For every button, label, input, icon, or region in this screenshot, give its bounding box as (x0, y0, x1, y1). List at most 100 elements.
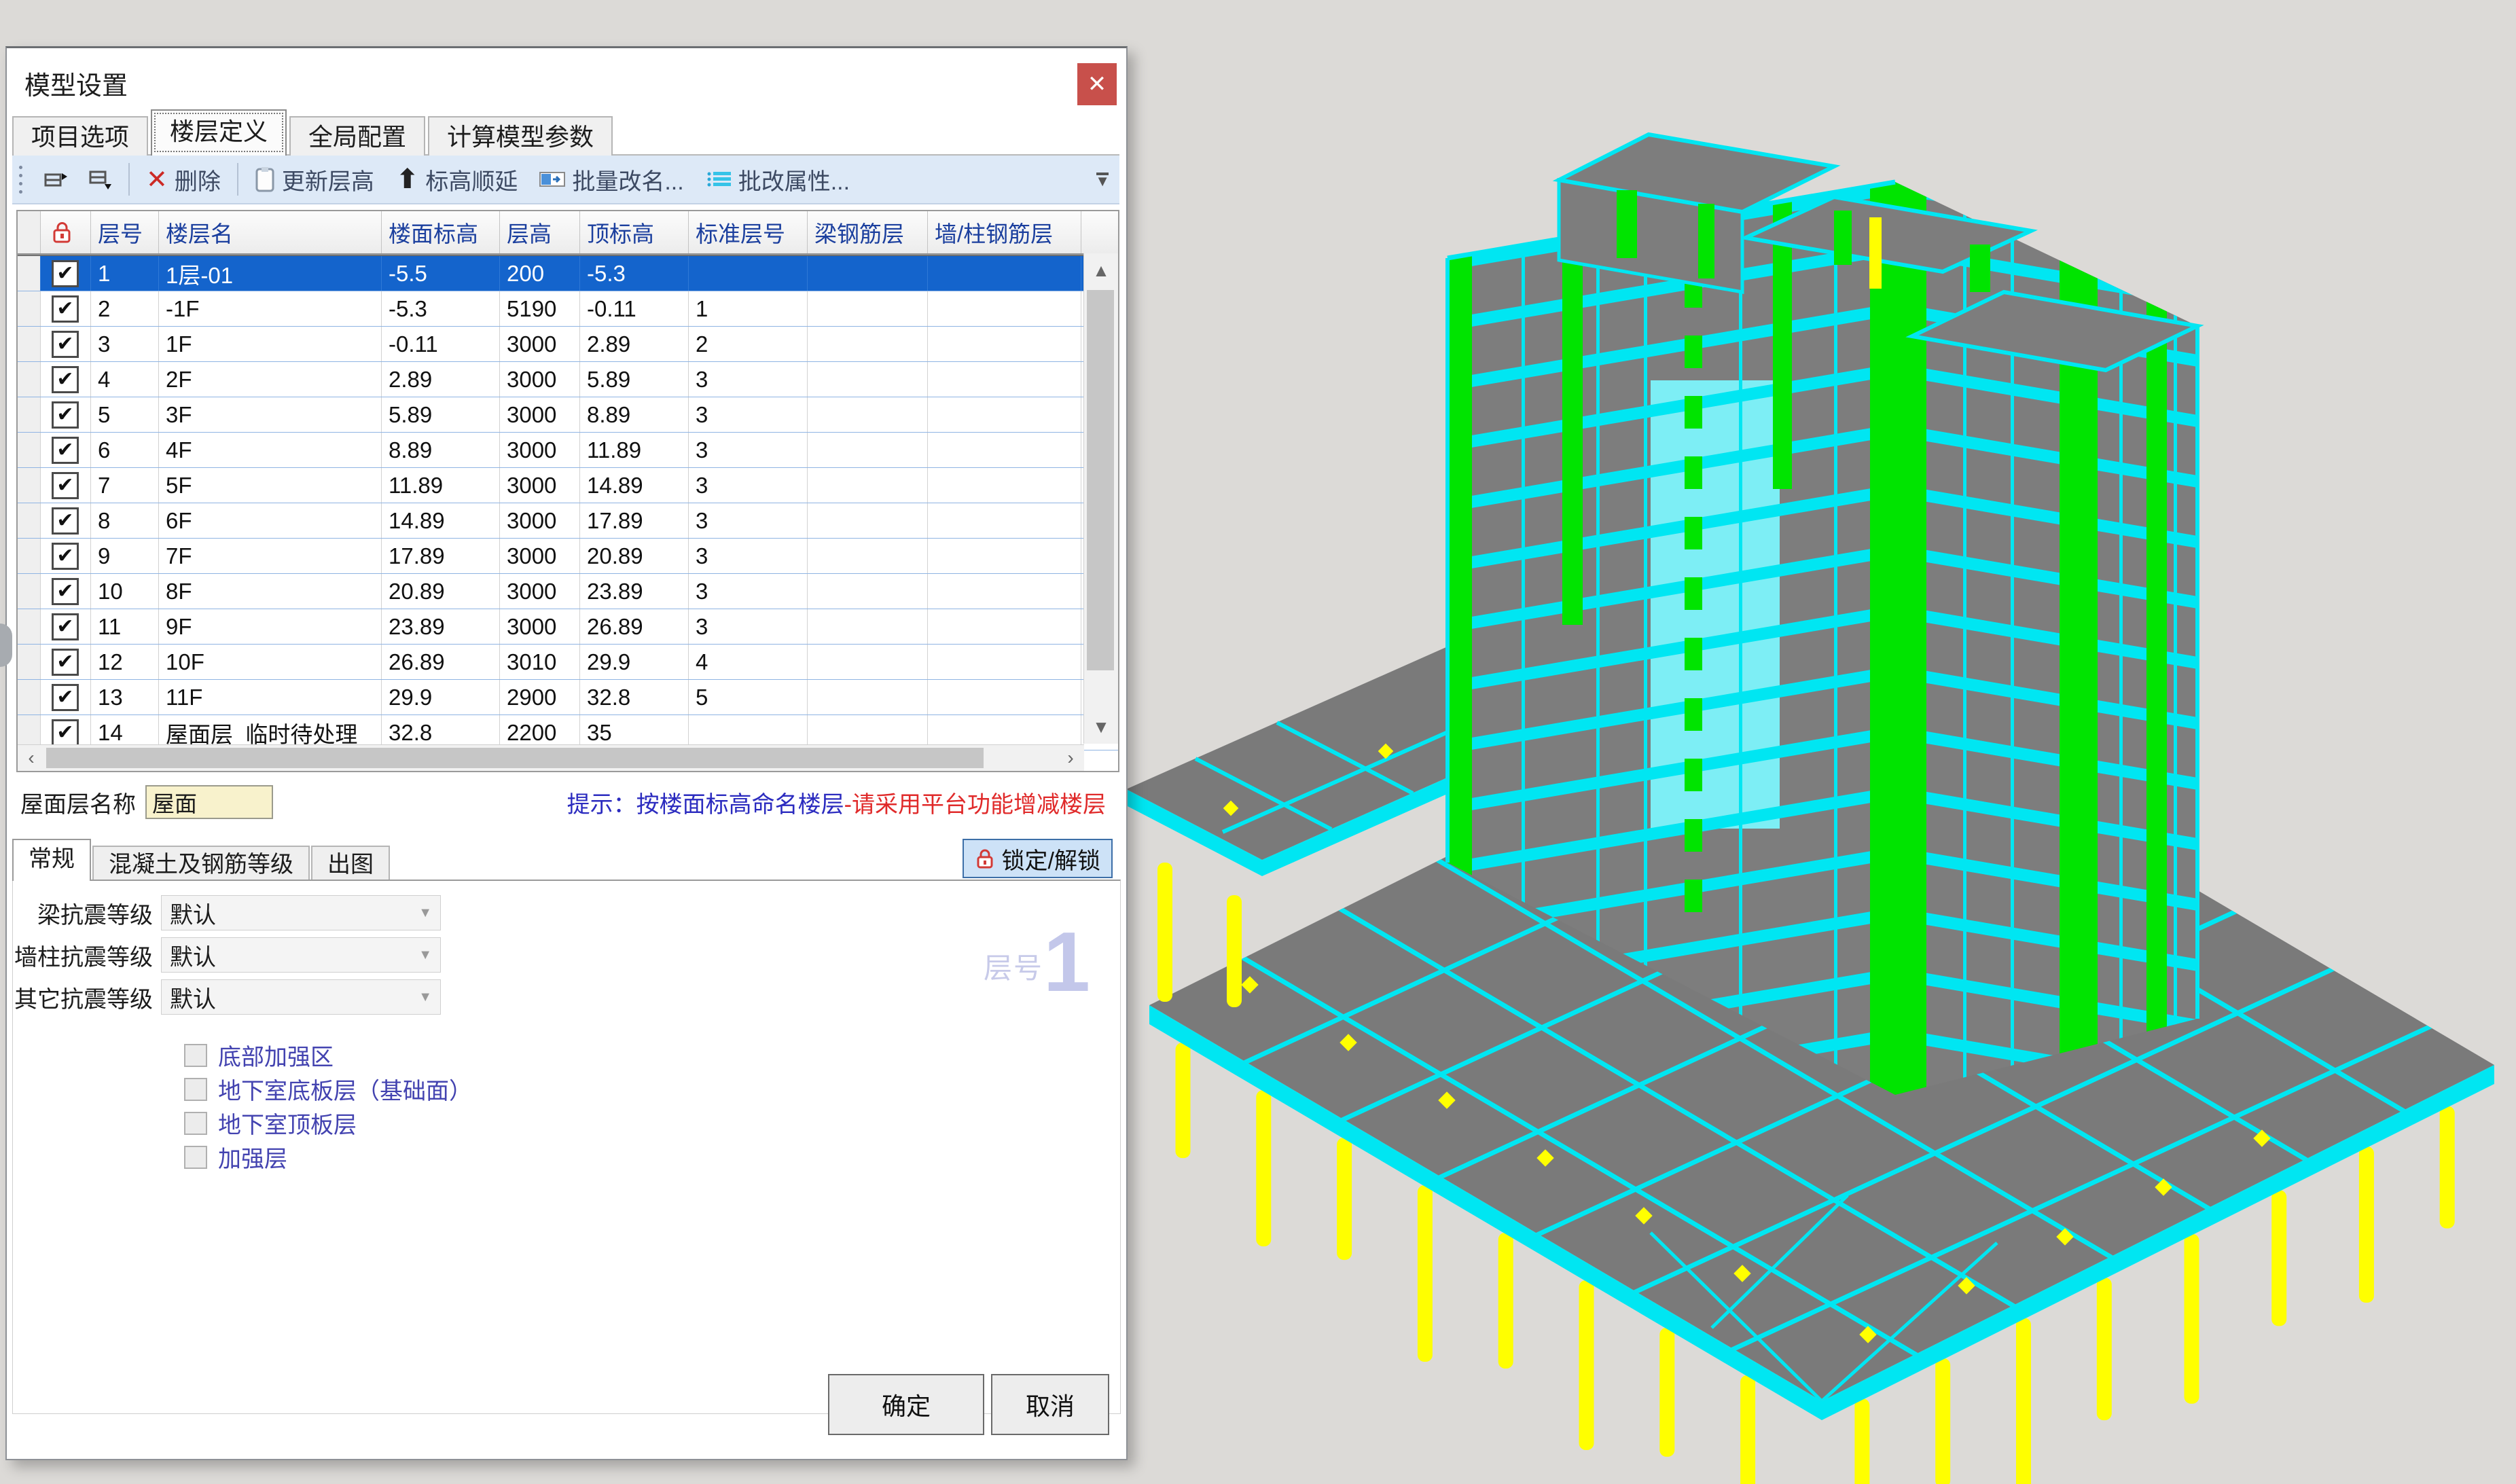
cell-墙/柱钢筋层[interactable] (928, 539, 1081, 573)
tab-全局配置[interactable]: 全局配置 (289, 116, 425, 157)
toolbar-overflow-button[interactable]: ▼ (1095, 173, 1110, 186)
column-header-梁钢筋层[interactable]: 梁钢筋层 (808, 211, 928, 253)
cell-楼层名[interactable]: 1F (159, 327, 382, 361)
cell-楼层名[interactable]: 5F (159, 468, 382, 503)
cell-梁钢筋层[interactable] (808, 609, 928, 644)
cell-层高[interactable]: 3000 (500, 433, 580, 467)
cell-楼层名[interactable]: 10F (159, 645, 382, 679)
row-checkbox[interactable]: ✔ (52, 437, 79, 464)
cell-墙/柱钢筋层[interactable] (928, 256, 1081, 291)
horizontal-scroll-thumb[interactable] (46, 748, 984, 768)
column-header-楼面标高[interactable]: 楼面标高 (382, 211, 500, 253)
row-check-cell[interactable]: ✔ (41, 291, 91, 326)
dropdown-墙柱抗震等级[interactable]: 默认▼ (161, 937, 441, 973)
cell-楼面标高[interactable]: -5.3 (382, 291, 500, 326)
cell-楼面标高[interactable]: 11.89 (382, 468, 500, 503)
table-row[interactable]: ✔53F5.8930008.893 (18, 397, 1118, 433)
cell-楼面标高[interactable]: 29.9 (382, 680, 500, 714)
table-row[interactable]: ✔2-1F-5.35190-0.111 (18, 291, 1118, 327)
ok-button[interactable]: 确定 (828, 1374, 984, 1435)
cell-层号[interactable]: 1 (91, 256, 159, 291)
row-checkbox[interactable]: ✔ (52, 295, 79, 323)
cell-层高[interactable]: 2900 (500, 680, 580, 714)
cell-梁钢筋层[interactable] (808, 291, 928, 326)
insert-floor-below-button[interactable] (78, 159, 123, 200)
cell-层号[interactable]: 6 (91, 433, 159, 467)
checkbox-row-加强层[interactable]: 加强层 (184, 1140, 287, 1174)
cell-墙/柱钢筋层[interactable] (928, 327, 1081, 361)
cell-楼面标高[interactable]: 2.89 (382, 362, 500, 397)
close-button[interactable]: ✕ (1077, 63, 1117, 105)
column-header-层高[interactable]: 层高 (500, 211, 580, 253)
side-panel-handle[interactable] (0, 623, 12, 667)
cell-标准层号[interactable]: 3 (689, 433, 808, 467)
row-checkbox[interactable]: ✔ (52, 401, 79, 429)
cell-梁钢筋层[interactable] (808, 433, 928, 467)
cell-层号[interactable]: 2 (91, 291, 159, 326)
cell-顶标高[interactable]: 8.89 (580, 397, 689, 432)
tab-楼层定义[interactable]: 楼层定义 (151, 109, 287, 156)
column-header-墙/柱钢筋层[interactable]: 墙/柱钢筋层 (928, 211, 1081, 253)
cell-标准层号[interactable]: 3 (689, 609, 808, 644)
cell-层号[interactable]: 7 (91, 468, 159, 503)
table-row[interactable]: ✔1210F26.89301029.94 (18, 645, 1118, 680)
cell-楼层名[interactable]: 7F (159, 539, 382, 573)
row-check-cell[interactable]: ✔ (41, 327, 91, 361)
roof-name-input[interactable]: 屋面 (145, 785, 273, 819)
row-check-cell[interactable]: ✔ (41, 539, 91, 573)
cell-墙/柱钢筋层[interactable] (928, 503, 1081, 538)
scroll-up-icon[interactable]: ▲ (1084, 253, 1118, 287)
cell-层高[interactable]: 3000 (500, 468, 580, 503)
lock-unlock-button[interactable]: 锁定/解锁 (963, 839, 1113, 878)
cell-层号[interactable]: 9 (91, 539, 159, 573)
batch-rename-button[interactable]: 批量改名... (528, 159, 694, 200)
table-row[interactable]: ✔97F17.89300020.893 (18, 539, 1118, 574)
cell-层高[interactable]: 3010 (500, 645, 580, 679)
dropdown-其它抗震等级[interactable]: 默认▼ (161, 979, 441, 1015)
cell-顶标高[interactable]: 17.89 (580, 503, 689, 538)
column-header-楼层名[interactable]: 楼层名 (159, 211, 382, 253)
row-checkbox[interactable]: ✔ (52, 543, 79, 570)
row-check-cell[interactable]: ✔ (41, 574, 91, 609)
cell-层号[interactable]: 3 (91, 327, 159, 361)
cell-楼面标高[interactable]: 26.89 (382, 645, 500, 679)
cell-标准层号[interactable]: 4 (689, 645, 808, 679)
table-row[interactable]: ✔64F8.89300011.893 (18, 433, 1118, 468)
row-checkbox[interactable]: ✔ (52, 613, 79, 640)
vertical-scrollbar[interactable]: ▲ ▼ (1083, 253, 1118, 744)
cell-层号[interactable]: 4 (91, 362, 159, 397)
cell-梁钢筋层[interactable] (808, 256, 928, 291)
row-checkbox[interactable]: ✔ (52, 507, 79, 535)
row-checkbox[interactable]: ✔ (52, 366, 79, 393)
cell-墙/柱钢筋层[interactable] (928, 397, 1081, 432)
cell-顶标高[interactable]: 11.89 (580, 433, 689, 467)
cell-顶标高[interactable]: 20.89 (580, 539, 689, 573)
cell-梁钢筋层[interactable] (808, 574, 928, 609)
lock-column-header[interactable] (41, 211, 91, 253)
subtab-混凝土及钢筋等级[interactable]: 混凝土及钢筋等级 (92, 846, 310, 882)
cell-楼面标高[interactable]: 17.89 (382, 539, 500, 573)
cell-层高[interactable]: 3000 (500, 327, 580, 361)
cell-梁钢筋层[interactable] (808, 645, 928, 679)
cell-顶标高[interactable]: 29.9 (580, 645, 689, 679)
cell-层高[interactable]: 5190 (500, 291, 580, 326)
dropdown-梁抗震等级[interactable]: 默认▼ (161, 895, 441, 930)
table-row[interactable]: ✔86F14.89300017.893 (18, 503, 1118, 539)
cell-顶标高[interactable]: 5.89 (580, 362, 689, 397)
elevation-extend-button[interactable]: ⬆ 标高顺延 (385, 159, 529, 200)
checkbox-row-地下室底板层（基础面）[interactable]: 地下室底板层（基础面） (184, 1072, 472, 1106)
subtab-常规[interactable]: 常规 (12, 839, 91, 881)
horizontal-scrollbar[interactable]: ‹ › (18, 744, 1084, 771)
cell-梁钢筋层[interactable] (808, 362, 928, 397)
cell-楼层名[interactable]: 11F (159, 680, 382, 714)
tab-计算模型参数[interactable]: 计算模型参数 (428, 116, 613, 157)
scroll-right-icon[interactable]: › (1057, 745, 1084, 771)
cell-墙/柱钢筋层[interactable] (928, 680, 1081, 714)
cell-梁钢筋层[interactable] (808, 327, 928, 361)
cell-墙/柱钢筋层[interactable] (928, 609, 1081, 644)
cell-顶标高[interactable]: 14.89 (580, 468, 689, 503)
row-check-cell[interactable]: ✔ (41, 503, 91, 538)
cell-梁钢筋层[interactable] (808, 503, 928, 538)
cell-标准层号[interactable]: 3 (689, 539, 808, 573)
cell-顶标高[interactable]: 26.89 (580, 609, 689, 644)
